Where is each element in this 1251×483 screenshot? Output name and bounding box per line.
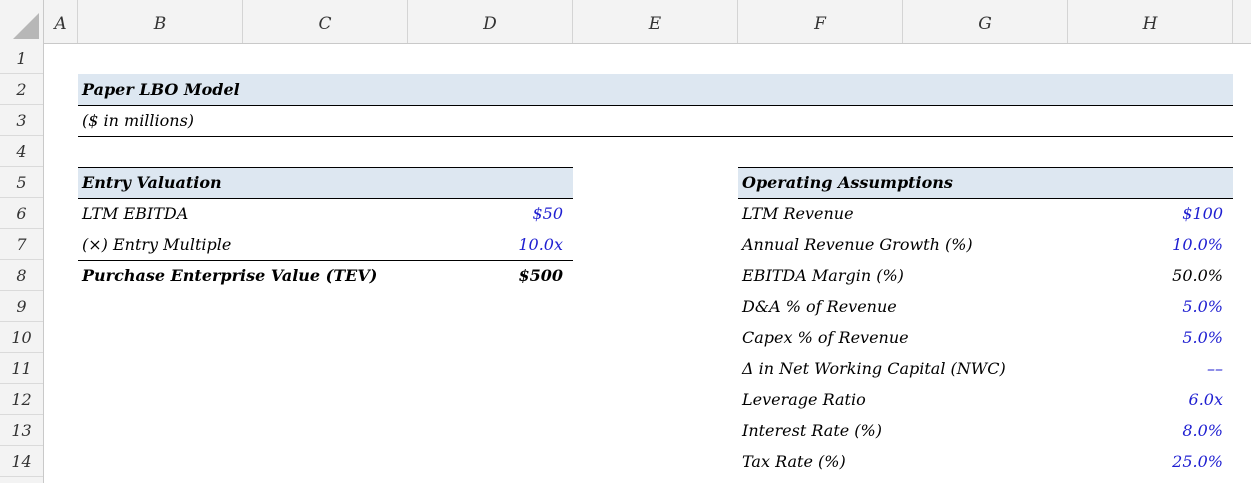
row-header-4[interactable]: 4 bbox=[0, 136, 43, 167]
entry-multiple-label[interactable]: (×) Entry Multiple bbox=[82, 229, 231, 260]
row-header-12[interactable]: 12 bbox=[0, 384, 43, 415]
row-header-14[interactable]: 14 bbox=[0, 446, 43, 477]
entry-multiple-value[interactable]: 10.0x bbox=[463, 229, 563, 260]
operating-assumptions-header[interactable]: Operating Assumptions bbox=[742, 167, 953, 198]
row-header-10[interactable]: 10 bbox=[0, 322, 43, 353]
ltm-revenue-value[interactable]: $100 bbox=[1103, 198, 1223, 229]
row-header-13[interactable]: 13 bbox=[0, 415, 43, 446]
entry-ltm-ebitda-label[interactable]: LTM EBITDA bbox=[82, 198, 188, 229]
model-title[interactable]: Paper LBO Model bbox=[82, 74, 240, 105]
row-header-11[interactable]: 11 bbox=[0, 353, 43, 384]
row-header-5[interactable]: 5 bbox=[0, 167, 43, 198]
interest-rate-label[interactable]: Interest Rate (%) bbox=[742, 415, 882, 446]
row-header-1[interactable]: 1 bbox=[0, 43, 43, 74]
row-header-bar: 1 2 3 4 5 6 7 8 9 10 11 12 13 14 bbox=[0, 43, 44, 483]
ebitda-margin-value[interactable]: 50.0% bbox=[1103, 260, 1223, 291]
interest-rate-value[interactable]: 8.0% bbox=[1103, 415, 1223, 446]
leverage-ratio-value[interactable]: 6.0x bbox=[1103, 384, 1223, 415]
spreadsheet: A B C D E F G H 1 2 3 4 5 6 7 8 9 10 11 … bbox=[0, 0, 1251, 483]
row-header-3[interactable]: 3 bbox=[0, 105, 43, 136]
title-band bbox=[78, 74, 1233, 105]
tax-rate-label[interactable]: Tax Rate (%) bbox=[742, 446, 846, 477]
leverage-ratio-label[interactable]: Leverage Ratio bbox=[742, 384, 866, 415]
ebitda-margin-label[interactable]: EBITDA Margin (%) bbox=[742, 260, 904, 291]
column-header-d[interactable]: D bbox=[408, 0, 573, 43]
capex-pct-label[interactable]: Capex % of Revenue bbox=[742, 322, 909, 353]
row-header-9[interactable]: 9 bbox=[0, 291, 43, 322]
subtitle-underline bbox=[78, 136, 1233, 137]
column-header-a[interactable]: A bbox=[44, 0, 78, 43]
revenue-growth-label[interactable]: Annual Revenue Growth (%) bbox=[742, 229, 973, 260]
row-header-7[interactable]: 7 bbox=[0, 229, 43, 260]
column-header-f[interactable]: F bbox=[738, 0, 903, 43]
column-header-bar: A B C D E F G H bbox=[0, 0, 1251, 44]
title-underline bbox=[78, 105, 1233, 106]
row-header-8[interactable]: 8 bbox=[0, 260, 43, 291]
tax-rate-value[interactable]: 25.0% bbox=[1103, 446, 1223, 477]
column-header-c[interactable]: C bbox=[243, 0, 408, 43]
capex-pct-value[interactable]: 5.0% bbox=[1103, 322, 1223, 353]
entry-tev-value[interactable]: $500 bbox=[463, 260, 563, 291]
entry-valuation-header[interactable]: Entry Valuation bbox=[82, 167, 222, 198]
model-subtitle[interactable]: ($ in millions) bbox=[82, 105, 194, 136]
select-all-corner[interactable] bbox=[0, 0, 44, 43]
row-header-6[interactable]: 6 bbox=[0, 198, 43, 229]
entry-ltm-ebitda-value[interactable]: $50 bbox=[463, 198, 563, 229]
entry-tev-label[interactable]: Purchase Enterprise Value (TEV) bbox=[82, 260, 377, 291]
column-header-g[interactable]: G bbox=[903, 0, 1068, 43]
nwc-change-value[interactable]: –– bbox=[1103, 353, 1223, 384]
column-header-e[interactable]: E bbox=[573, 0, 738, 43]
select-all-triangle-icon bbox=[13, 13, 39, 39]
ltm-revenue-label[interactable]: LTM Revenue bbox=[742, 198, 854, 229]
revenue-growth-value[interactable]: 10.0% bbox=[1103, 229, 1223, 260]
nwc-change-label[interactable]: Δ in Net Working Capital (NWC) bbox=[742, 353, 1006, 384]
row-header-2[interactable]: 2 bbox=[0, 74, 43, 105]
column-header-h[interactable]: H bbox=[1068, 0, 1233, 43]
da-pct-value[interactable]: 5.0% bbox=[1103, 291, 1223, 322]
column-header-b[interactable]: B bbox=[78, 0, 243, 43]
da-pct-label[interactable]: D&A % of Revenue bbox=[742, 291, 897, 322]
